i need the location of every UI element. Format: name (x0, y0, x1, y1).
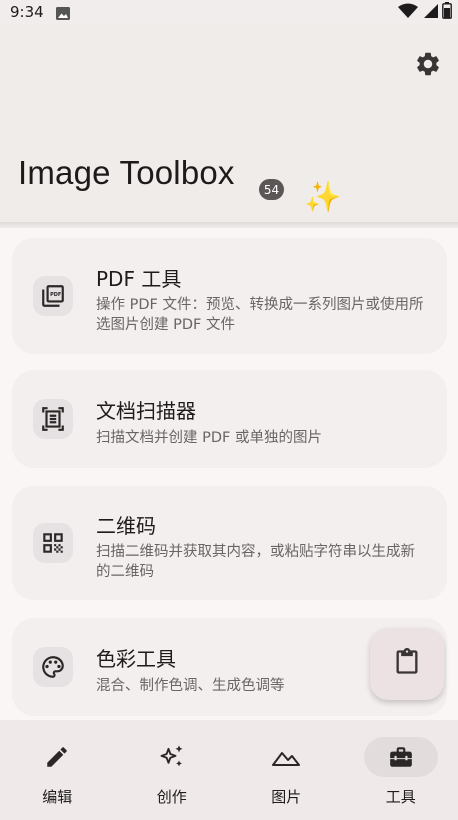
tool-card-document-scanner[interactable]: 文档扫描器 扫描文档并创建 PDF 或单独的图片 (12, 370, 447, 468)
status-time: 9:34 (10, 3, 44, 21)
status-bar: 9:34 (0, 0, 458, 24)
landscape-icon (249, 737, 323, 777)
qr-code-icon (33, 523, 73, 563)
paste-fab-button[interactable] (370, 628, 444, 700)
document-scanner-icon (33, 399, 73, 439)
gear-icon (414, 50, 442, 82)
gallery-icon (55, 6, 70, 20)
tool-description: 扫描文档并创建 PDF 或单独的图片 (96, 430, 322, 446)
battery-icon (442, 2, 452, 23)
tool-card-qr-code[interactable]: 二维码 扫描二维码并获取其内容，或粘贴字符串以生成新的二维码 (12, 486, 447, 600)
signal-icon (422, 3, 438, 23)
bottom-navigation: 编辑 创作 图片 工具 (0, 720, 458, 820)
app-title: Image Toolbox (18, 154, 235, 191)
status-icons (398, 2, 452, 23)
nav-label: 创作 (156, 788, 187, 806)
tool-title: 二维码 (96, 514, 156, 538)
nav-item-edit[interactable]: 编辑 (0, 720, 115, 820)
wifi-icon (398, 3, 418, 23)
tool-title: 文档扫描器 (96, 399, 196, 423)
sparkles-icon (135, 737, 209, 777)
nav-item-tools[interactable]: 工具 (344, 720, 458, 820)
version-badge: 54 (259, 179, 284, 200)
toolbox-icon (363, 737, 438, 777)
svg-text:PDF: PDF (50, 292, 61, 298)
nav-item-create[interactable]: 创作 (115, 720, 230, 820)
pencil-icon (20, 737, 94, 777)
palette-icon (33, 647, 73, 687)
tool-card-pdf[interactable]: PDF PDF 工具 操作 PDF 文件：预览、转换成一系列图片或使用所选图片创… (12, 238, 447, 354)
sparkle-emoji: ✨ (304, 180, 342, 215)
tool-title: PDF 工具 (96, 267, 182, 291)
nav-label: 工具 (385, 788, 416, 806)
settings-button[interactable] (412, 50, 444, 82)
clipboard-icon (393, 648, 421, 680)
tool-description: 扫描二维码并获取其内容，或粘贴字符串以生成新的二维码 (96, 544, 415, 580)
nav-label: 编辑 (42, 788, 73, 806)
pdf-icon: PDF (33, 276, 73, 316)
app-header: Image Toolbox 54 ✨ (0, 24, 458, 222)
nav-label: 图片 (271, 788, 302, 806)
tool-title: 色彩工具 (96, 647, 176, 671)
nav-item-images[interactable]: 图片 (229, 720, 344, 820)
tool-description: 操作 PDF 文件：预览、转换成一系列图片或使用所选图片创建 PDF 文件 (96, 297, 424, 333)
